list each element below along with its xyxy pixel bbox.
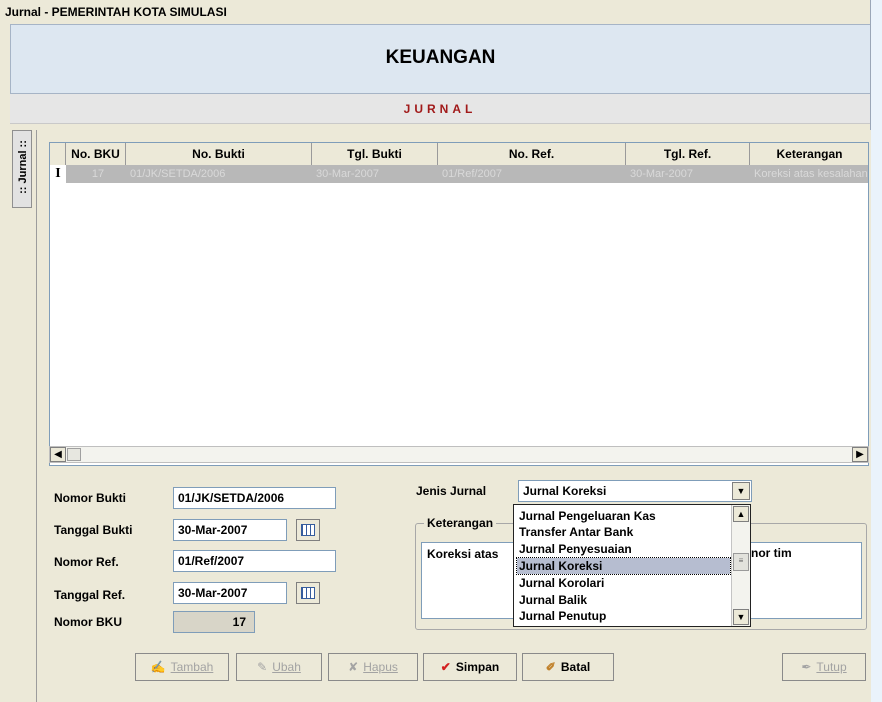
jenis-jurnal-select[interactable]: Jurnal Koreksi ▼ [518,480,752,502]
column-header-tgl-ref[interactable]: Tgl. Ref. [626,143,750,165]
scroll-thumb[interactable] [67,448,81,461]
jurnal-window: Jurnal - PEMERINTAH KOTA SIMULASI KEUANG… [0,0,871,702]
nomor-bku-label: Nomor BKU [54,615,122,629]
keterangan-visible-tail: nor tim [751,546,792,560]
tanggal-ref-calendar-button[interactable] [296,582,320,604]
scroll-left-arrow-icon[interactable]: ◀ [50,447,66,462]
scroll-thumb[interactable]: ≡ [733,553,749,571]
dropdown-option[interactable]: Jurnal Penyesuaian [517,541,730,557]
window-title: Jurnal - PEMERINTAH KOTA SIMULASI [0,0,870,24]
calendar-icon [301,587,315,599]
tanggal-ref-label: Tanggal Ref. [54,588,126,602]
table-horizontal-scrollbar[interactable]: ◀ ▶ [49,446,869,463]
side-tab-label: :: Jurnal :: [17,140,29,194]
scroll-down-icon[interactable]: ▼ [733,609,749,625]
dropdown-option[interactable]: Jurnal Penutup [517,608,730,624]
cell-tgl-ref: 30-Mar-2007 [630,168,693,180]
nomor-ref-label: Nomor Ref. [54,555,119,569]
nomor-bukti-field[interactable]: 01/JK/SETDA/2006 [173,487,336,509]
column-header-keterangan[interactable]: Keterangan [750,143,868,165]
simpan-button[interactable]: ✔ Simpan [423,653,517,681]
edit-document-icon: ✎ [257,660,268,674]
eraser-icon: ✐ [545,660,556,674]
tanggal-bukti-field[interactable]: 30-Mar-2007 [173,519,287,541]
calendar-icon [301,524,315,536]
tambah-button[interactable]: ✍ Tambah [135,653,229,681]
dropdown-option-selected[interactable]: Jurnal Koreksi [516,557,731,575]
jenis-jurnal-label: Jenis Jurnal [416,484,487,498]
dropdown-option[interactable]: Jurnal Pengeluaran Kas [517,508,730,524]
jenis-jurnal-dropdown-list[interactable]: Jurnal Pengeluaran Kas Transfer Antar Ba… [513,504,751,627]
nomor-bku-field: 17 [173,611,255,633]
section-title: JURNAL [403,102,477,116]
cell-no-ref: 01/Ref/2007 [442,168,502,180]
hapus-button[interactable]: ✘ Hapus [328,653,418,681]
row-indicator-header [50,143,66,165]
scroll-right-arrow-icon[interactable]: ▶ [852,447,868,462]
nomor-bukti-label: Nomor Bukti [54,491,126,505]
tanggal-bukti-calendar-button[interactable] [296,519,320,541]
dropdown-scrollbar[interactable]: ▲ ≡ ▼ [731,505,750,626]
column-header-tgl-bukti[interactable]: Tgl. Bukti [312,143,438,165]
checkmark-icon: ✔ [440,660,451,674]
cell-keterangan: Koreksi atas kesalahan [754,168,868,180]
column-header-no-ref[interactable]: No. Ref. [438,143,626,165]
table-header: No. BKU No. Bukti Tgl. Bukti No. Ref. Tg… [50,143,868,166]
cell-no-bku: 17 [91,168,105,180]
delete-icon: ✘ [348,660,359,674]
journal-table[interactable]: No. BKU No. Bukti Tgl. Bukti No. Ref. Tg… [49,142,869,466]
jenis-jurnal-selected: Jurnal Koreksi [523,484,607,498]
keterangan-label: Keterangan [424,516,497,530]
batal-button[interactable]: ✐ Batal [522,653,614,681]
page-header: KEUANGAN [10,24,870,94]
cell-tgl-bukti: 30-Mar-2007 [316,168,379,180]
tutup-button[interactable]: ✒ Tutup [782,653,866,681]
cell-no-bukti: 01/JK/SETDA/2006 [130,168,226,180]
dropdown-option[interactable]: Jurnal Balik [517,592,730,608]
column-header-no-bukti[interactable]: No. Bukti [126,143,312,165]
scroll-up-icon[interactable]: ▲ [733,506,749,522]
tanggal-ref-field[interactable]: 30-Mar-2007 [173,582,287,604]
chevron-down-icon[interactable]: ▼ [732,482,750,500]
table-row[interactable]: 17 01/JK/SETDA/2006 30-Mar-2007 01/Ref/2… [50,165,868,183]
dropdown-option[interactable]: Jurnal Korolari [517,575,730,591]
side-tab-jurnal[interactable]: :: Jurnal :: [12,130,32,208]
row-indicator: I [50,165,66,183]
dropdown-option[interactable]: Transfer Antar Bank [517,524,730,540]
column-header-no-bku[interactable]: No. BKU [66,143,126,165]
page-title: KEUANGAN [385,47,496,68]
tanggal-bukti-label: Tanggal Bukti [54,523,133,537]
add-document-icon: ✍ [150,660,166,674]
close-pen-icon: ✒ [801,660,812,674]
section-header: JURNAL [10,94,870,124]
ubah-button[interactable]: ✎ Ubah [236,653,322,681]
nomor-ref-field[interactable]: 01/Ref/2007 [173,550,336,572]
